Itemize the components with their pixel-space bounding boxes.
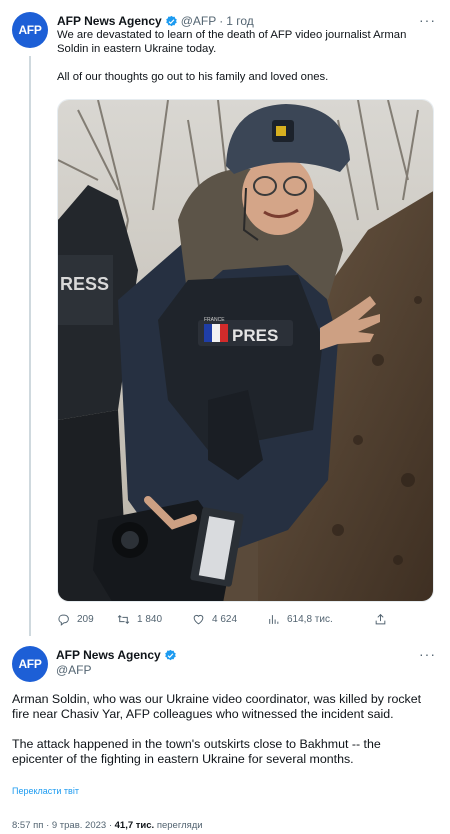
vest-label-left: RESS [60,274,109,294]
author-name[interactable]: AFP News Agency [57,14,162,28]
tweet-photo[interactable]: RESS PRES FRANCE [57,99,434,602]
more-dots-icon[interactable]: ··· [419,12,436,28]
tweet-paragraph: Arman Soldin, who was our Ukraine video … [12,692,422,721]
author-handle[interactable]: @AFP [56,663,180,678]
tweet-meta: 8:57 пп · 9 трав. 2023 · 41,7 тис. перег… [12,820,203,831]
separator-dot: · [219,14,224,28]
tweet-date[interactable]: 9 трав. 2023 [52,820,106,831]
avatar[interactable]: AFP [12,646,48,682]
separator-dot: · [108,820,112,831]
author-name[interactable]: AFP News Agency [56,648,161,663]
bar-chart-icon [269,614,279,624]
avatar-logo-text: AFP [18,23,42,37]
tweet-text: Arman Soldin, who was our Ukraine video … [12,692,432,782]
vest-label-main: PRES [232,326,278,345]
reply-icon [58,614,69,626]
avatar[interactable]: AFP [12,12,48,48]
avatar-logo-text: AFP [18,657,42,671]
tweet-text: We are devastated to learn of the death … [57,28,427,98]
author-handle[interactable]: @AFP [181,14,217,28]
retweet-count: 1 840 [137,613,163,625]
share-icon [375,613,386,624]
reply-button[interactable]: 209 [57,613,117,626]
tweet-actions: 209 1 840 4 624 614,8 тис. [57,611,387,627]
share-button[interactable] [374,613,387,626]
flag-label: FRANCE [204,317,225,323]
like-count: 4 624 [212,613,238,625]
reply-count: 209 [77,613,94,625]
tweet-paragraph: We are devastated to learn of the death … [57,29,407,55]
journalist-photo-image: RESS PRES FRANCE [58,100,433,601]
thread-connector [29,56,31,636]
views-button[interactable]: 614,8 тис. [267,613,357,626]
retweet-button[interactable]: 1 840 [117,613,192,626]
author-block: AFP News Agency @AFP [56,648,180,678]
like-button[interactable]: 4 624 [192,613,267,626]
views-label: перегляди [156,820,203,831]
more-dots-icon[interactable]: ··· [419,646,436,662]
tweet-paragraph: The attack happened in the town's outski… [12,737,381,766]
heart-icon [193,614,204,624]
separator-dot: · [46,820,50,831]
verified-badge-icon [165,15,177,26]
tweet-paragraph: All of our thoughts go out to his family… [57,71,329,83]
verified-badge-icon [164,649,176,661]
views-count: 41,7 тис. [114,820,155,831]
translate-tweet-link[interactable]: Перекласти твіт [12,786,79,796]
views-count: 614,8 тис. [287,613,333,625]
tweet-time[interactable]: 1 год [226,14,254,28]
retweet-icon [117,614,130,624]
tweet-time[interactable]: 8:57 пп [12,820,43,831]
